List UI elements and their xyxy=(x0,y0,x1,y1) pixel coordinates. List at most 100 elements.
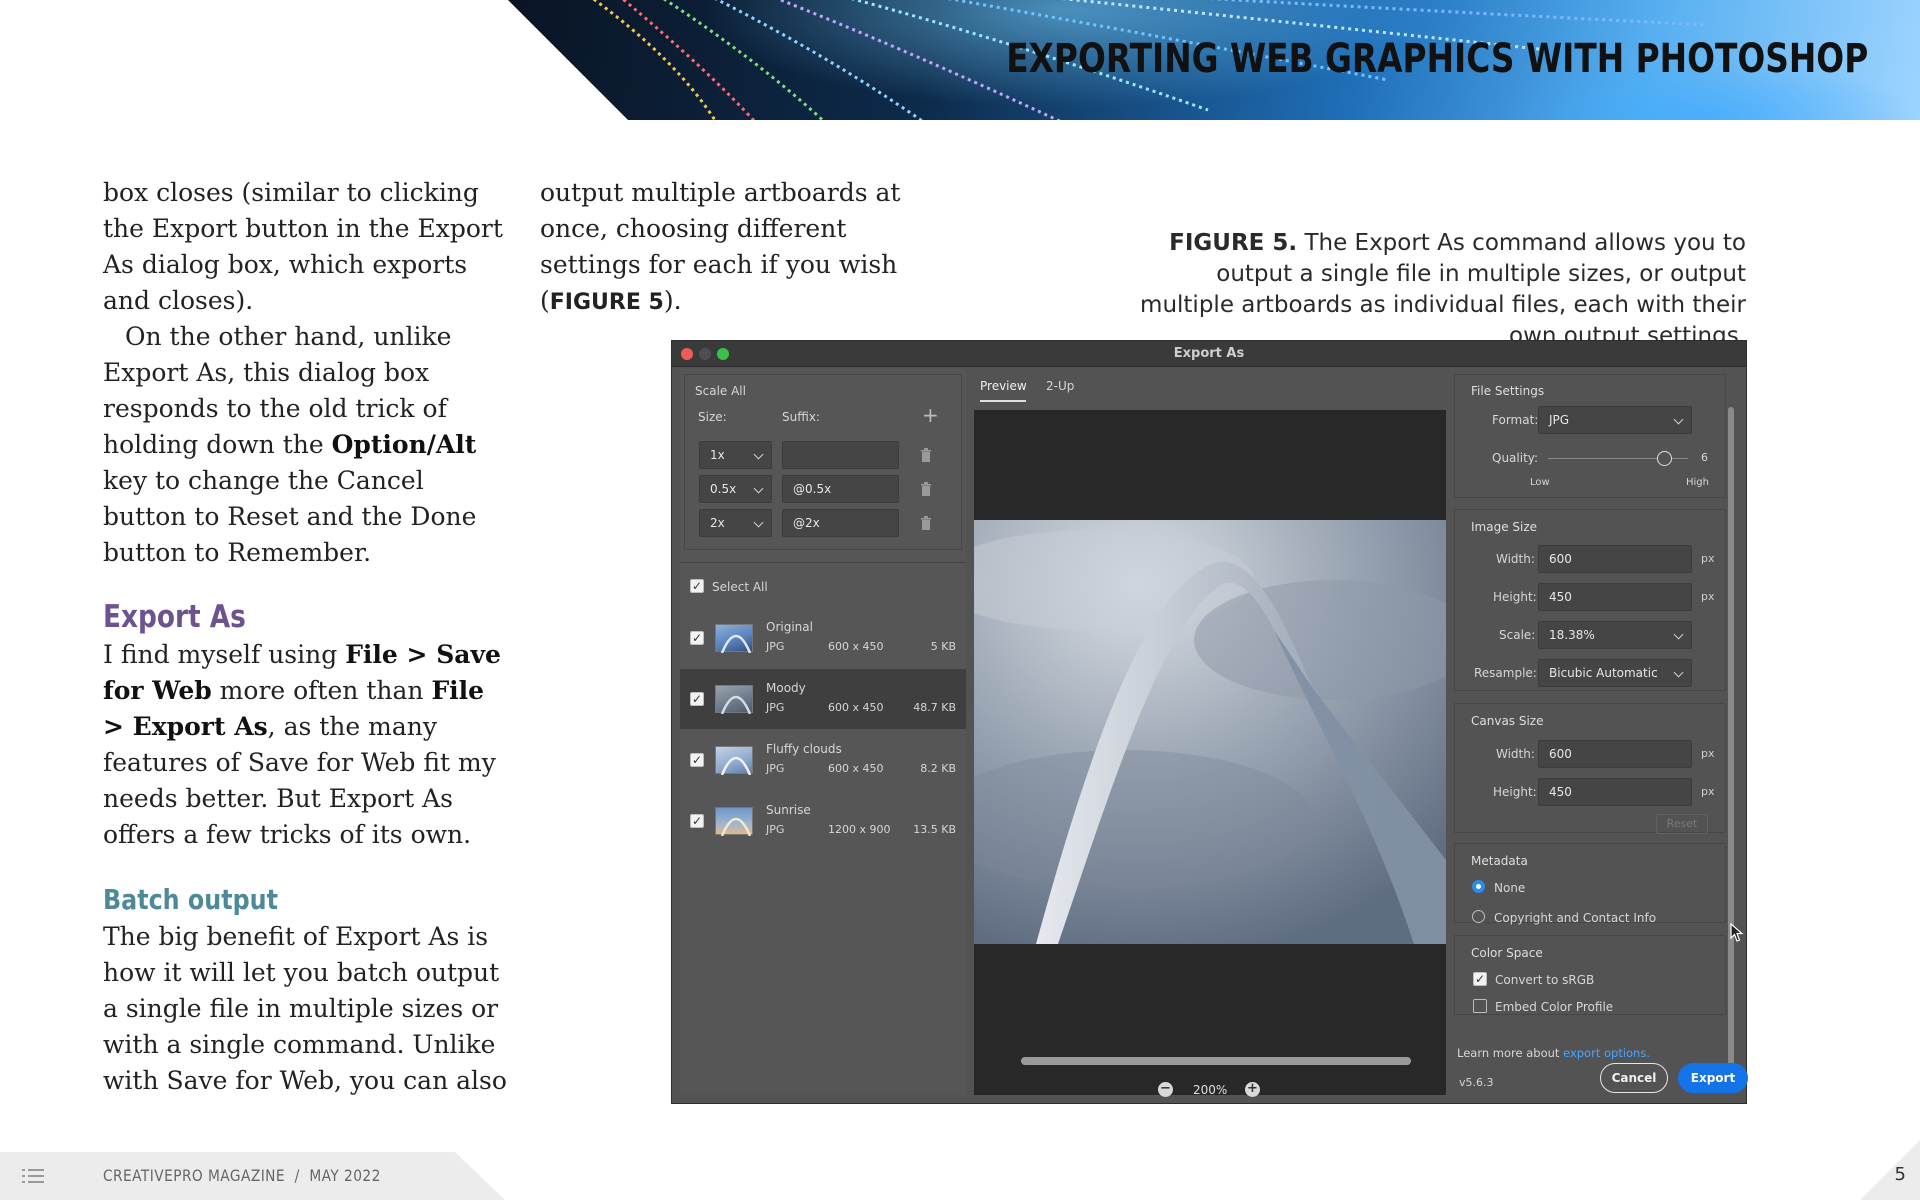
unit-label: px xyxy=(1701,590,1715,603)
dialog-titlebar: Export As xyxy=(672,341,1746,367)
file-checkbox[interactable]: ✓ xyxy=(690,631,704,645)
file-list-item[interactable]: ✓ Original JPG 600 x 450 5 KB xyxy=(680,608,966,668)
convert-srgb-checkbox[interactable]: ✓ xyxy=(1473,972,1487,986)
file-list-item[interactable]: ✓ Fluffy clouds JPG 600 x 450 8.2 KB xyxy=(680,730,966,790)
select-all-checkbox[interactable]: ✓ xyxy=(690,579,704,593)
image-width-input[interactable]: 600 xyxy=(1538,545,1692,573)
checkbox-label: Convert to sRGB xyxy=(1495,973,1595,987)
tab-2-up[interactable]: 2-Up xyxy=(1046,379,1074,393)
file-checkbox[interactable]: ✓ xyxy=(690,814,704,828)
dialog-title: Export As xyxy=(1173,346,1245,361)
file-size: 5 KB xyxy=(930,640,956,653)
suffix-input[interactable]: @0.5x xyxy=(782,475,899,503)
file-thumbnail xyxy=(715,807,753,836)
cancel-button[interactable]: Cancel xyxy=(1600,1063,1668,1093)
header-title: EXPORTING WEB GRAPHICS WITH PHOTOSHOP xyxy=(1005,36,1868,82)
trash-icon[interactable] xyxy=(920,516,932,530)
select-all-label: Select All xyxy=(712,580,768,594)
paragraph: I find myself using File > Save for Web … xyxy=(103,637,513,853)
active-tab-indicator xyxy=(980,400,1026,402)
file-size: 8.2 KB xyxy=(920,762,956,775)
canvas-background xyxy=(974,944,1446,1095)
section-title: Canvas Size xyxy=(1471,714,1544,728)
file-size: 48.7 KB xyxy=(913,701,956,714)
height-label: Height: xyxy=(1493,590,1537,604)
size-dropdown[interactable]: 0.5x xyxy=(699,475,772,503)
width-label: Width: xyxy=(1496,747,1535,761)
canvas-height-input[interactable]: 450 xyxy=(1538,778,1692,806)
text-run: I find myself using xyxy=(103,640,346,669)
file-format: JPG xyxy=(766,762,785,775)
zoom-in-icon[interactable]: + xyxy=(1245,1082,1260,1097)
size-dropdown[interactable]: 2x xyxy=(699,509,772,537)
section-title: Image Size xyxy=(1471,520,1538,534)
reset-button[interactable]: Reset xyxy=(1656,814,1708,834)
figure-reference: FIGURE 5 xyxy=(549,290,664,315)
chevron-down-icon xyxy=(753,483,764,494)
footer-magazine: CREATIVEPRO MAGAZINE / MAY 2022 xyxy=(103,1166,381,1185)
file-dimensions: 600 x 450 xyxy=(828,762,884,775)
suffix-label: Suffix: xyxy=(782,410,820,424)
section-title: Metadata xyxy=(1471,854,1528,868)
file-name: Fluffy clouds xyxy=(766,742,842,756)
file-name: Original xyxy=(766,620,813,634)
resample-label: Resample: xyxy=(1474,666,1537,680)
page-number: 5 xyxy=(1894,1164,1906,1185)
suffix-input[interactable] xyxy=(782,441,899,469)
learn-more-text: Learn more about export options. xyxy=(1457,1046,1650,1060)
file-checkbox[interactable]: ✓ xyxy=(690,692,704,706)
format-value: JPG xyxy=(1549,413,1570,427)
file-thumbnail xyxy=(715,746,753,775)
file-list-item[interactable]: ✓ Sunrise JPG 1200 x 900 13.5 KB xyxy=(680,791,966,851)
menu-icon[interactable] xyxy=(22,1168,44,1184)
horizontal-scrollbar[interactable] xyxy=(1021,1057,1411,1065)
preview-panel: Preview 2-Up − 200% + xyxy=(974,369,1446,1097)
paragraph: The big benefit of Export As is how it w… xyxy=(103,922,507,1095)
preview-image xyxy=(974,520,1446,944)
add-scale-icon[interactable]: + xyxy=(922,403,939,427)
embed-profile-checkbox[interactable] xyxy=(1473,999,1487,1013)
radio-label: Copyright and Contact Info xyxy=(1494,911,1657,925)
header-banner: EXPORTING WEB GRAPHICS WITH PHOTOSHOP xyxy=(508,0,1920,120)
paragraph: On the other hand, unlike Export As, thi… xyxy=(103,319,513,571)
suffix-input[interactable]: @2x xyxy=(782,509,899,537)
trash-icon[interactable] xyxy=(920,448,932,462)
chevron-down-icon xyxy=(1673,667,1684,678)
export-button[interactable]: Export xyxy=(1678,1063,1748,1093)
text-run: key to change the Cancel button to Reset… xyxy=(103,466,477,567)
page-corner xyxy=(1860,1140,1920,1200)
zoom-out-icon[interactable]: − xyxy=(1158,1082,1173,1097)
tab-preview[interactable]: Preview xyxy=(980,379,1027,393)
text-column-2: output multiple artboards at once, choos… xyxy=(540,175,950,321)
quality-value: 6 xyxy=(1701,451,1708,464)
file-size: 13.5 KB xyxy=(913,823,956,836)
format-label: Format: xyxy=(1492,413,1539,427)
file-checkbox[interactable]: ✓ xyxy=(690,753,704,767)
tab-bar xyxy=(974,369,1446,410)
metadata-copyright-radio[interactable] xyxy=(1472,910,1485,923)
file-thumbnail xyxy=(715,624,753,653)
unit-label: px xyxy=(1701,785,1715,798)
learn-more-prefix: Learn more about xyxy=(1457,1046,1564,1060)
export-options-link[interactable]: export options. xyxy=(1563,1046,1650,1060)
paragraph: box closes (similar to clicking the Expo… xyxy=(103,178,503,315)
file-dimensions: 600 x 450 xyxy=(828,701,884,714)
chevron-down-icon xyxy=(1673,629,1684,640)
format-dropdown[interactable]: JPG xyxy=(1538,406,1692,434)
resample-dropdown[interactable]: Bicubic Automatic xyxy=(1538,659,1692,687)
unit-label: px xyxy=(1701,747,1715,760)
subsection-heading: Batch output xyxy=(103,883,278,916)
trash-icon[interactable] xyxy=(920,482,932,496)
section-title: Color Space xyxy=(1471,946,1543,960)
metadata-none-radio[interactable] xyxy=(1472,880,1485,893)
size-dropdown[interactable]: 1x xyxy=(699,441,772,469)
settings-panel: File Settings Format: JPG Quality: 6 Low… xyxy=(1454,369,1748,1095)
scale-dropdown[interactable]: 18.38% xyxy=(1538,621,1692,649)
file-list-item-selected[interactable]: ✓ Moody JPG 600 x 450 48.7 KB xyxy=(680,669,966,729)
unit-label: px xyxy=(1701,552,1715,565)
file-name: Sunrise xyxy=(766,803,811,817)
vertical-scrollbar[interactable] xyxy=(1728,407,1734,1077)
file-name: Moody xyxy=(766,681,806,695)
canvas-width-input[interactable]: 600 xyxy=(1538,740,1692,768)
image-height-input[interactable]: 450 xyxy=(1538,583,1692,611)
